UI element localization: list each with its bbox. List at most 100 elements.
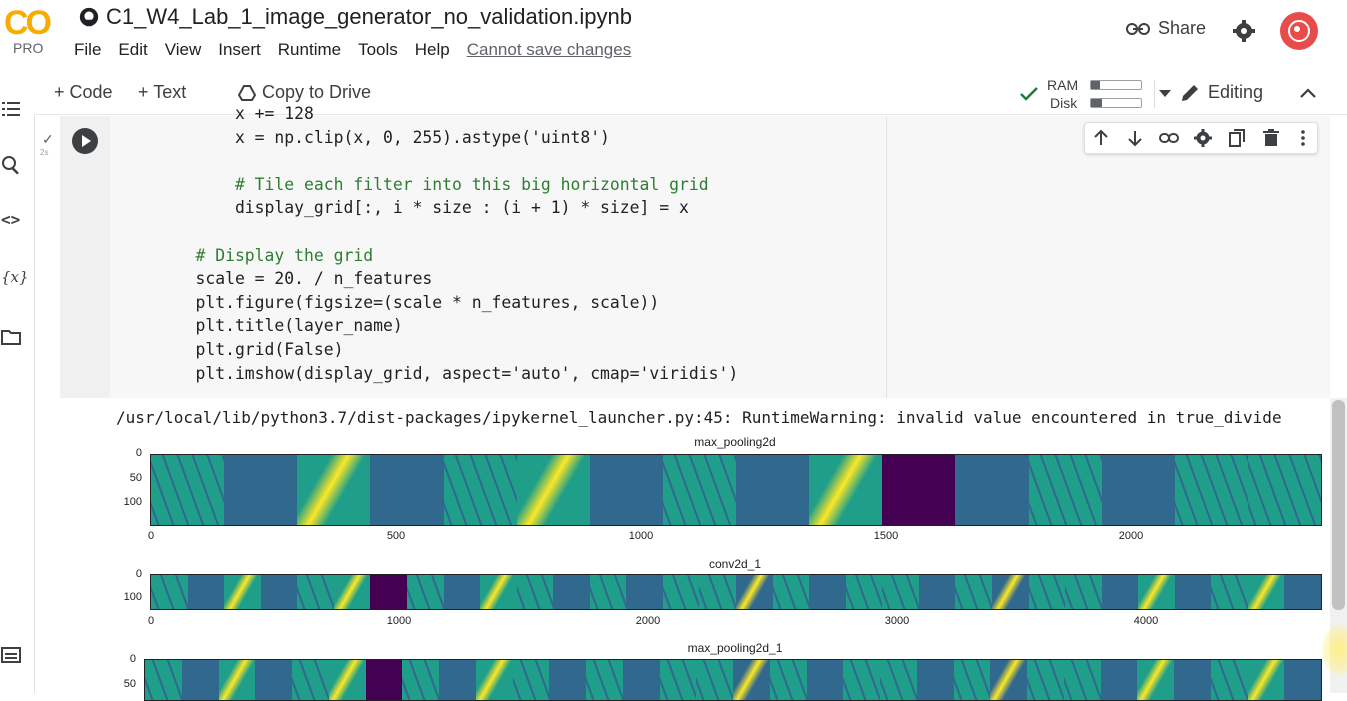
feature-map-tile: [480, 575, 518, 609]
y-tick: 0: [129, 653, 136, 665]
x-tick: 2000: [1118, 530, 1144, 542]
feature-map-tile: [1028, 455, 1103, 525]
menu-help[interactable]: Help: [415, 40, 458, 60]
search-icon[interactable]: [0, 154, 22, 176]
feature-map-tile: [370, 455, 445, 525]
editing-mode-button[interactable]: Editing: [1180, 82, 1263, 103]
colab-logo[interactable]: CO PRO: [4, 4, 54, 56]
runtime-warning: /usr/local/lib/python3.7/dist-packages/i…: [116, 408, 1282, 427]
move-up-icon[interactable]: [1091, 128, 1111, 148]
ram-label: RAM: [1047, 77, 1079, 93]
feature-map-tile: [151, 575, 188, 609]
cannot-save-link[interactable]: Cannot save changes: [467, 40, 639, 60]
feature-map-tile: [809, 455, 884, 525]
feature-map-tile: [806, 660, 844, 700]
feature-map-tile: [1211, 575, 1249, 609]
feature-map-tile: [1284, 660, 1321, 700]
feature-map-tile: [549, 660, 587, 700]
feature-map-tile: [586, 660, 623, 700]
x-tick: 1000: [386, 615, 412, 627]
feature-map-tile: [187, 575, 225, 609]
feature-map-tile: [1247, 575, 1285, 609]
feature-map-tile: [224, 455, 299, 525]
feature-map-tile: [696, 660, 734, 700]
settings-gear-icon[interactable]: [1232, 19, 1256, 43]
plot-title: max_pooling2d_1: [687, 641, 783, 655]
plot-title: max_pooling2d: [694, 435, 776, 449]
feature-map-tile: [1247, 660, 1285, 700]
feature-map-tile: [218, 660, 256, 700]
link-cell-icon[interactable]: [1159, 128, 1179, 148]
add-text-button[interactable]: + Text: [138, 82, 186, 103]
variables-icon[interactable]: {x}: [1, 268, 29, 290]
command-palette-icon[interactable]: [0, 644, 22, 666]
y-tick: 50: [129, 472, 142, 484]
cell-toolbar: [1084, 122, 1318, 154]
code-snippets-icon[interactable]: <>: [1, 210, 23, 232]
move-down-icon[interactable]: [1125, 128, 1145, 148]
feature-map-tile: [736, 575, 773, 609]
feature-map-tile: [991, 575, 1029, 609]
more-vert-icon[interactable]: [1293, 128, 1313, 148]
feature-map-tile: [809, 575, 847, 609]
notebook-title[interactable]: C1_W4_Lab_1_image_generator_no_validatio…: [106, 4, 632, 30]
menu-insert[interactable]: Insert: [218, 40, 269, 60]
disk-label: Disk: [1050, 95, 1078, 111]
code-line: plt.imshow(display_grid, aspect='auto', …: [156, 363, 739, 383]
feature-map-tile: [1065, 575, 1103, 609]
disk-bar: [1090, 98, 1142, 108]
menu-file[interactable]: File: [74, 40, 109, 60]
feature-map-image: [150, 454, 1322, 526]
ram-disk-indicator[interactable]: RAM Disk: [1019, 76, 1179, 112]
delete-trash-icon[interactable]: [1261, 128, 1281, 148]
feature-map-tile: [955, 455, 1030, 525]
feature-map-tile: [626, 575, 664, 609]
feature-map-tile: [1174, 660, 1211, 700]
feature-map-tile: [1028, 575, 1066, 609]
feature-map-tile: [990, 660, 1028, 700]
chevron-down-icon[interactable]: [1159, 90, 1171, 98]
feature-map-tile: [918, 575, 956, 609]
feature-map-tile: [589, 455, 664, 525]
feature-map-tile: [365, 660, 403, 700]
scrollbar-thumb[interactable]: [1332, 400, 1345, 610]
feature-map-image: [144, 659, 1322, 701]
code-line: plt.grid(False): [156, 340, 344, 359]
feature-map-tile: [916, 660, 954, 700]
feature-map-tile: [953, 660, 991, 700]
mirror-cell-icon[interactable]: [1227, 128, 1247, 148]
feature-map-tile: [1027, 660, 1064, 700]
feature-map-tile: [736, 455, 810, 525]
cell-settings-gear-icon[interactable]: [1193, 128, 1213, 148]
chevron-up-icon[interactable]: [1300, 88, 1316, 98]
x-tick: 0: [147, 530, 155, 542]
run-cell-button[interactable]: [72, 128, 98, 154]
code-editor[interactable]: x += 128 x = np.clip(x, 0, 255).astype('…: [156, 104, 876, 398]
feature-map-tile: [662, 575, 700, 609]
feature-map-tile: [772, 575, 810, 609]
menu-edit[interactable]: Edit: [118, 40, 155, 60]
code-line: scale = 20. / n_features: [156, 269, 433, 289]
add-code-button[interactable]: + Code: [54, 82, 113, 103]
share-button[interactable]: Share: [1126, 18, 1206, 39]
menu-tools[interactable]: Tools: [358, 40, 406, 60]
code-line: plt.figure(figsize=(scale * n_features, …: [156, 292, 660, 312]
left-rail: <> {x}: [0, 72, 35, 693]
feature-map-tile: [1101, 575, 1139, 609]
account-avatar[interactable]: [1280, 12, 1318, 50]
menu-runtime[interactable]: Runtime: [278, 40, 349, 60]
x-tick: 4000: [1133, 615, 1159, 627]
code-cell[interactable]: x += 128 x = np.clip(x, 0, 255).astype('…: [60, 104, 1330, 398]
feature-map-tile: [370, 575, 408, 609]
copy-to-drive-button[interactable]: Copy to Drive: [238, 82, 371, 103]
feature-map-tile: [475, 660, 513, 700]
feature-map-tile: [1210, 660, 1248, 700]
table-of-contents-icon[interactable]: [0, 98, 22, 120]
files-folder-icon[interactable]: [0, 326, 22, 348]
editing-label: Editing: [1208, 82, 1264, 102]
drive-icon: [238, 84, 256, 101]
y-tick: 100: [123, 591, 142, 603]
disk-bar-fill: [1091, 99, 1102, 107]
feature-map-tile: [406, 575, 444, 609]
menu-view[interactable]: View: [165, 40, 210, 60]
